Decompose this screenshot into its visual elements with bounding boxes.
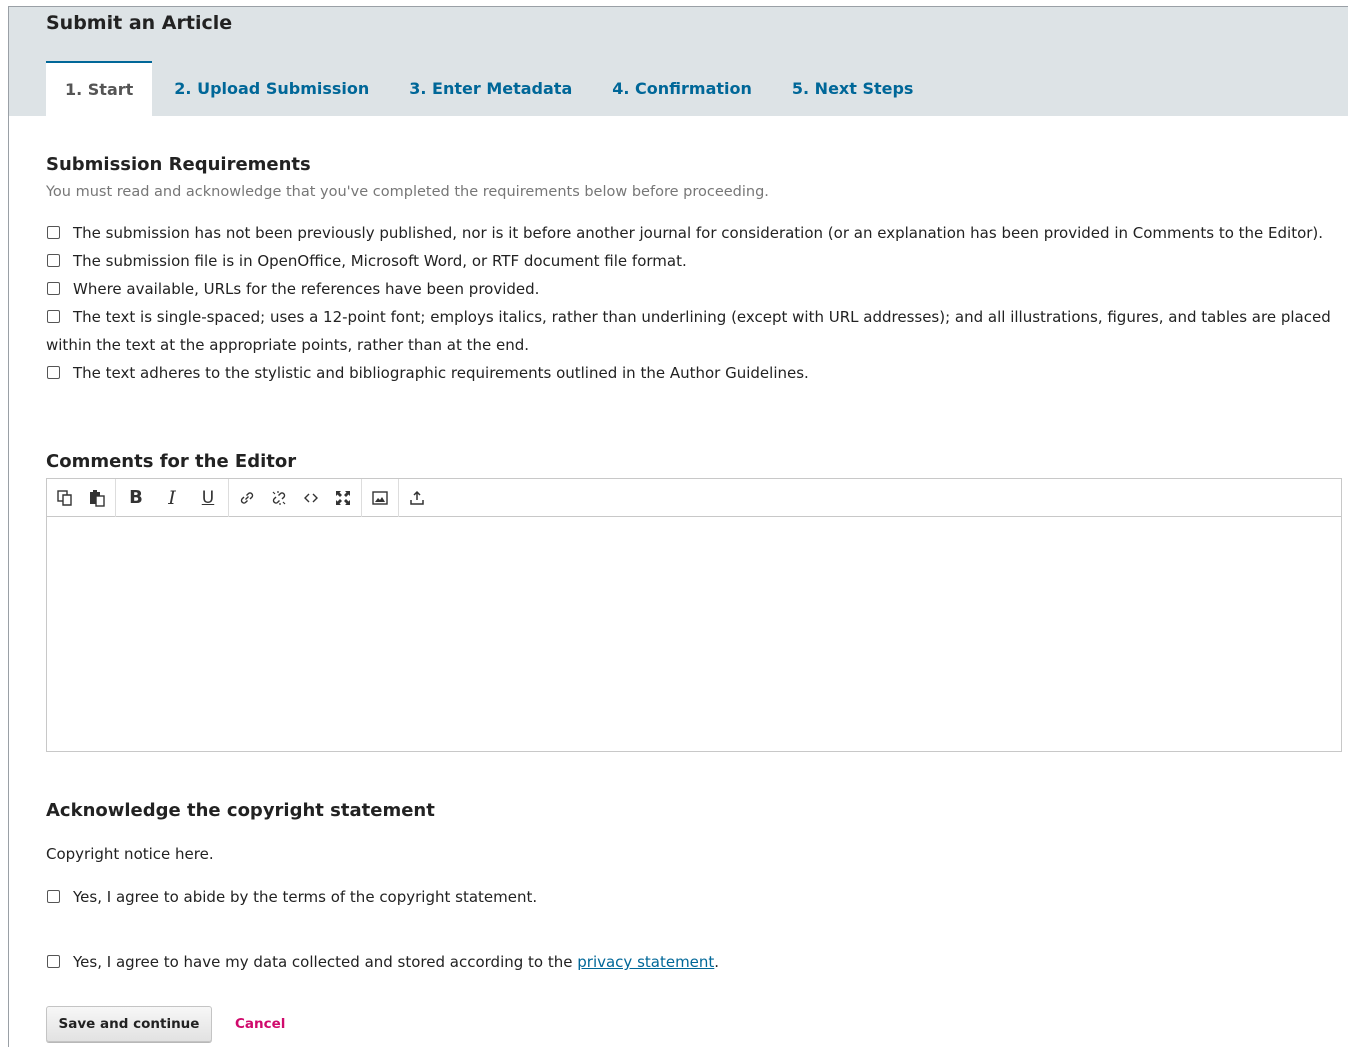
link-icon[interactable] bbox=[231, 482, 263, 514]
toolbar-group-image bbox=[362, 478, 399, 517]
copyright-agree-label: Yes, I agree to abide by the terms of th… bbox=[73, 888, 538, 906]
toolbar-group-clipboard bbox=[47, 478, 116, 517]
privacy-agree-label: Yes, I agree to have my data collected a… bbox=[73, 953, 578, 971]
toolbar-group-format: B I U bbox=[116, 478, 229, 517]
submission-requirements-title: Submission Requirements bbox=[46, 154, 311, 175]
requirement-label: The text adheres to the stylistic and bi… bbox=[73, 364, 809, 382]
paste-icon[interactable] bbox=[81, 482, 113, 514]
tab-upload-submission[interactable]: 2. Upload Submission bbox=[174, 61, 369, 116]
requirement-label: The text is single-spaced; uses a 12-poi… bbox=[46, 308, 1331, 354]
copyright-checkbox[interactable] bbox=[47, 890, 60, 903]
privacy-agreement: Yes, I agree to have my data collected a… bbox=[46, 953, 719, 971]
toolbar-group-upload bbox=[399, 479, 435, 517]
list-item: The text adheres to the stylistic and bi… bbox=[46, 359, 1342, 387]
requirements-description: You must read and acknowledge that you'v… bbox=[46, 184, 769, 200]
requirement-label: The submission has not been previously p… bbox=[73, 224, 1324, 242]
editor-toolbar: B I U bbox=[47, 478, 1341, 517]
comments-textarea[interactable] bbox=[47, 517, 1341, 751]
page-title: Submit an Article bbox=[46, 12, 233, 34]
copyright-agreement: Yes, I agree to abide by the terms of th… bbox=[46, 888, 537, 906]
list-item: The submission file is in OpenOffice, Mi… bbox=[46, 247, 1342, 275]
list-item: The submission has not been previously p… bbox=[46, 219, 1342, 247]
requirement-checkbox[interactable] bbox=[47, 366, 60, 379]
copyright-notice: Copyright notice here. bbox=[46, 845, 214, 863]
code-icon[interactable] bbox=[295, 482, 327, 514]
tab-next-steps[interactable]: 5. Next Steps bbox=[792, 61, 914, 116]
list-item: Where available, URLs for the references… bbox=[46, 275, 1342, 303]
requirements-checklist: The submission has not been previously p… bbox=[46, 219, 1342, 387]
italic-icon[interactable]: I bbox=[154, 482, 190, 514]
tab-start[interactable]: 1. Start bbox=[46, 61, 153, 116]
fullscreen-icon[interactable] bbox=[327, 482, 359, 514]
bold-icon[interactable]: B bbox=[118, 482, 154, 514]
privacy-statement-link[interactable]: privacy statement bbox=[577, 953, 714, 971]
requirement-checkbox[interactable] bbox=[47, 226, 60, 239]
comments-editor: B I U bbox=[46, 478, 1342, 752]
comments-title: Comments for the Editor bbox=[46, 451, 297, 472]
requirement-checkbox[interactable] bbox=[47, 254, 60, 267]
requirement-label: Where available, URLs for the references… bbox=[73, 280, 540, 298]
tab-confirmation[interactable]: 4. Confirmation bbox=[612, 61, 752, 116]
tab-enter-metadata[interactable]: 3. Enter Metadata bbox=[409, 61, 572, 116]
requirement-label: The submission file is in OpenOffice, Mi… bbox=[73, 252, 687, 270]
copyright-title: Acknowledge the copyright statement bbox=[46, 800, 435, 821]
upload-icon[interactable] bbox=[401, 482, 433, 514]
unlink-icon[interactable] bbox=[263, 482, 295, 514]
underline-icon[interactable]: U bbox=[190, 482, 226, 514]
requirement-checkbox[interactable] bbox=[47, 310, 60, 323]
cancel-button[interactable]: Cancel bbox=[235, 1016, 285, 1032]
image-icon[interactable] bbox=[364, 482, 396, 514]
toolbar-group-insert bbox=[229, 478, 362, 517]
copy-icon[interactable] bbox=[49, 482, 81, 514]
requirement-checkbox[interactable] bbox=[47, 282, 60, 295]
wizard-tabs: 1. Start 2. Upload Submission 3. Enter M… bbox=[46, 61, 953, 116]
page-header: Submit an Article 1. Start 2. Upload Sub… bbox=[9, 7, 1348, 116]
privacy-checkbox[interactable] bbox=[47, 955, 60, 968]
save-and-continue-button[interactable]: Save and continue bbox=[46, 1006, 212, 1042]
submission-wizard: Submit an Article 1. Start 2. Upload Sub… bbox=[8, 6, 1348, 1047]
privacy-agree-suffix: . bbox=[714, 953, 720, 971]
list-item: The text is single-spaced; uses a 12-poi… bbox=[46, 303, 1342, 359]
